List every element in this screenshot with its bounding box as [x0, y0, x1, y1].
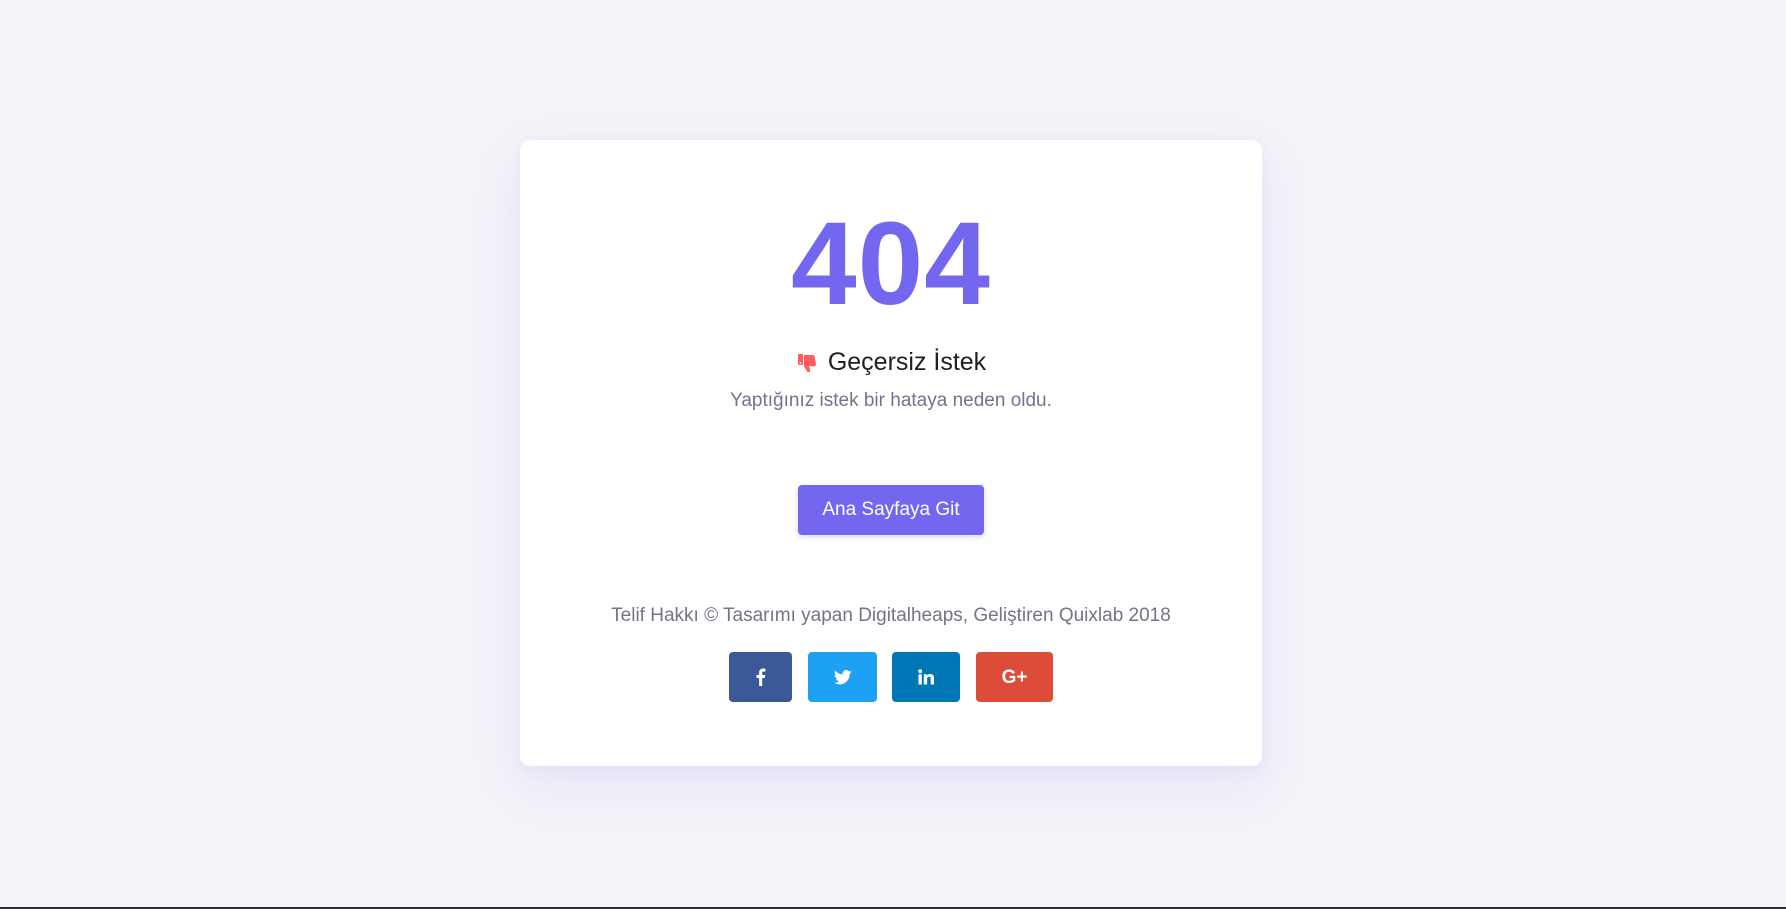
thumbs-down-icon: [796, 351, 820, 375]
facebook-button[interactable]: [729, 652, 792, 702]
error-card: 404 Geçersiz İstek Yaptığınız istek bir …: [520, 140, 1262, 766]
error-code: 404: [791, 198, 991, 330]
home-button[interactable]: Ana Sayfaya Git: [798, 485, 984, 535]
twitter-button[interactable]: [808, 652, 877, 702]
error-title-row: Geçersiz İstek: [520, 348, 1262, 377]
copyright-text: Telif Hakkı © Tasarımı yapan Digitalheap…: [611, 605, 1171, 626]
social-links: G+: [520, 652, 1262, 702]
google-plus-button[interactable]: G+: [976, 652, 1053, 702]
twitter-icon: [833, 669, 852, 685]
error-title: Geçersiz İstek: [827, 348, 987, 376]
linkedin-button[interactable]: [892, 652, 960, 702]
linkedin-icon: [918, 669, 934, 685]
facebook-icon: [755, 668, 766, 686]
error-message: Yaptığınız istek bir hataya neden oldu.: [730, 390, 1052, 411]
google-plus-icon: G+: [1001, 666, 1028, 688]
